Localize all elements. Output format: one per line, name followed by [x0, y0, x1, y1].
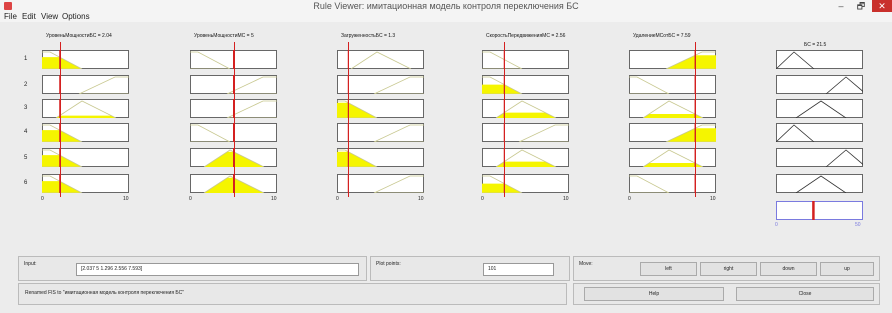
mf-plot-input3-rule3	[337, 99, 424, 118]
output-variable-header: БС = 21.5	[804, 42, 827, 48]
move-left-button[interactable]: left	[640, 262, 697, 276]
mf-plot-input5-rule3	[629, 99, 716, 118]
input-variable-header-2[interactable]: УровеньМощностиМС = 5	[194, 33, 254, 39]
move-up-button[interactable]: up	[820, 262, 874, 276]
help-button[interactable]: Help	[584, 287, 724, 301]
mf-plot-output-rule1	[776, 50, 863, 69]
input-value-slider[interactable]	[348, 42, 350, 197]
axis-tick-label: 0	[336, 196, 339, 202]
rule-number-6[interactable]: 6	[24, 180, 27, 186]
axis-tick-label: 10	[710, 196, 716, 202]
mf-plot-input1-rule5	[42, 148, 129, 167]
move-panel: Move: left right down up	[573, 256, 880, 281]
input-variable-header-4[interactable]: СкоростьПередвиженияМС = 2.56	[486, 33, 565, 39]
axis-tick-label: 0	[628, 196, 631, 202]
status-bar: Renamed FIS to "имитационная модель конт…	[18, 283, 567, 305]
mf-plot-output-rule3	[776, 99, 863, 118]
mf-plot-output-rule5	[776, 148, 863, 167]
mf-plot-input4-rule2	[482, 75, 569, 94]
mf-plot-input5-rule4	[629, 123, 716, 142]
mf-plot-input1-rule1	[42, 50, 129, 69]
mf-plot-input1-rule2	[42, 75, 129, 94]
title-bar: Rule Viewer: имитационная модель контрол…	[0, 0, 892, 12]
rule-number-3[interactable]: 3	[24, 105, 27, 111]
mf-plot-input4-rule6	[482, 174, 569, 193]
output-axis-tick-label: 50	[855, 222, 861, 228]
plot-points-panel: Plot points: 101	[370, 256, 570, 281]
plot-points-field[interactable]: 101	[483, 263, 554, 276]
move-down-button[interactable]: down	[760, 262, 817, 276]
mf-plot-input3-rule2	[337, 75, 424, 94]
close-button[interactable]: Close	[736, 287, 874, 301]
plot-points-label: Plot points:	[376, 261, 401, 267]
menu-file[interactable]: File	[4, 12, 17, 22]
input-value-slider[interactable]	[233, 42, 235, 197]
mf-plot-input5-rule2	[629, 75, 716, 94]
mf-plot-input4-rule5	[482, 148, 569, 167]
axis-tick-label: 10	[123, 196, 129, 202]
input-label: Input:	[24, 261, 37, 267]
mf-plot-input1-rule3	[42, 99, 129, 118]
mf-plot-input5-rule1	[629, 50, 716, 69]
status-message: Renamed FIS to "имитационная модель конт…	[25, 290, 185, 296]
input-variable-header-1[interactable]: УровеньМощностиБС = 2.04	[46, 33, 112, 39]
mf-plot-input4-rule4	[482, 123, 569, 142]
axis-tick-label: 10	[563, 196, 569, 202]
window-close-button[interactable]: ✕	[872, 0, 892, 12]
axis-tick-label: 10	[418, 196, 424, 202]
rule-number-4[interactable]: 4	[24, 129, 27, 135]
mf-plot-output-rule6	[776, 174, 863, 193]
input-value-slider[interactable]	[695, 42, 697, 197]
menu-edit[interactable]: Edit	[22, 12, 36, 22]
mf-plot-input3-rule5	[337, 148, 424, 167]
action-panel: Help Close	[573, 283, 880, 305]
aggregated-output-plot	[776, 201, 863, 220]
output-axis-tick-label: 0	[775, 222, 778, 228]
axis-tick-label: 10	[271, 196, 277, 202]
minimize-button[interactable]: –	[832, 0, 850, 12]
axis-tick-label: 0	[189, 196, 192, 202]
input-value-slider[interactable]	[59, 42, 61, 197]
maximize-button[interactable]: 🗗	[852, 0, 870, 12]
move-label: Move:	[579, 261, 593, 267]
window-title: Rule Viewer: имитационная модель контрол…	[313, 1, 579, 11]
rule-number-1[interactable]: 1	[24, 56, 27, 62]
mf-plot-input1-rule4	[42, 123, 129, 142]
mf-plot-input3-rule6	[337, 174, 424, 193]
mf-plot-input4-rule1	[482, 50, 569, 69]
input-panel: Input: [2.037 5 1.296 2.556 7.593]	[18, 256, 367, 281]
menu-options[interactable]: Options	[62, 12, 90, 22]
axis-tick-label: 0	[481, 196, 484, 202]
mf-plot-input4-rule3	[482, 99, 569, 118]
input-vector-field[interactable]: [2.037 5 1.296 2.556 7.593]	[76, 263, 359, 276]
mf-plot-output-rule4	[776, 123, 863, 142]
menu-view[interactable]: View	[41, 12, 58, 22]
mf-plot-input1-rule6	[42, 174, 129, 193]
mf-plot-input5-rule5	[629, 148, 716, 167]
mf-plot-input5-rule6	[629, 174, 716, 193]
rule-plot-area: 1 2 3 4 5 6 УровеньМощностиБС = 2.04 0 10 У…	[0, 22, 892, 250]
rule-number-2[interactable]: 2	[24, 82, 27, 88]
move-right-button[interactable]: right	[700, 262, 757, 276]
input-value-slider[interactable]	[504, 42, 506, 197]
input-variable-header-3[interactable]: ЗагруженностьБС = 1.3	[341, 33, 395, 39]
menu-bar: File Edit View Options	[0, 12, 892, 22]
axis-tick-label: 0	[41, 196, 44, 202]
mf-plot-input3-rule1	[337, 50, 424, 69]
mf-plot-input3-rule4	[337, 123, 424, 142]
mf-plot-output-rule2	[776, 75, 863, 94]
rule-number-5[interactable]: 5	[24, 155, 27, 161]
input-variable-header-5[interactable]: УдалениеМСотБС = 7.59	[633, 33, 691, 39]
